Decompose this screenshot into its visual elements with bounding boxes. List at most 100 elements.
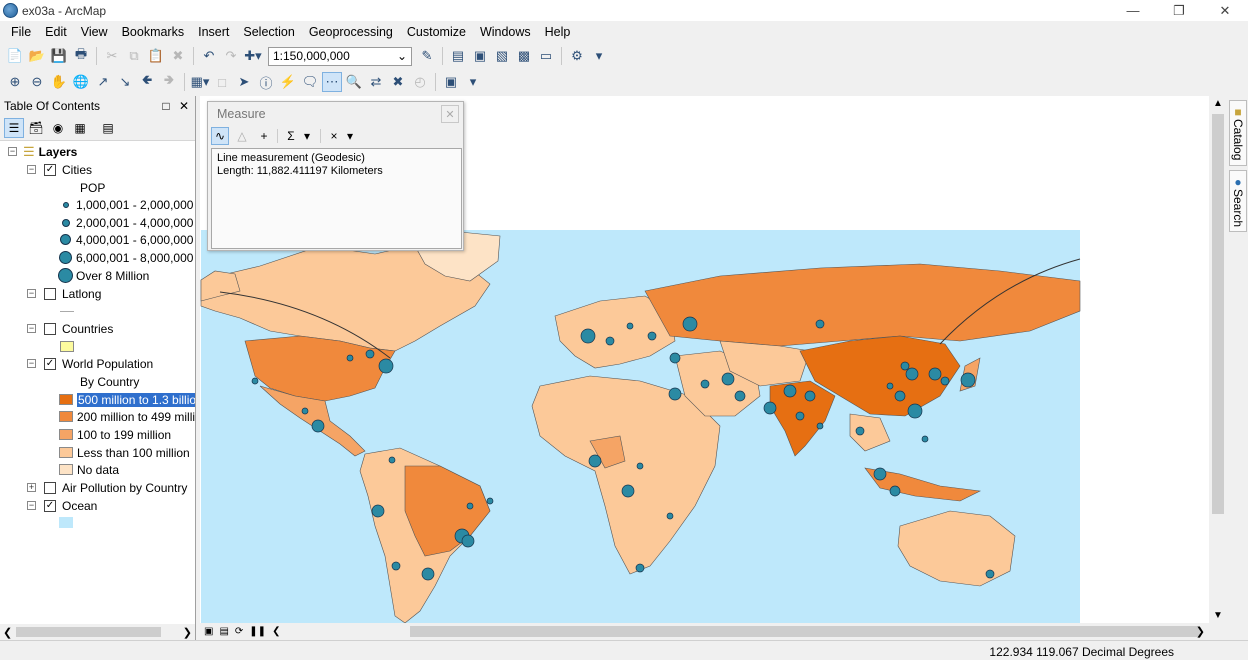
collapse-icon[interactable]: − (27, 165, 36, 174)
zoom-in-icon[interactable]: ⊕ (5, 72, 25, 92)
chevron-down-icon[interactable]: ▾ (347, 129, 353, 143)
print-icon[interactable]: 🖶 (71, 46, 91, 66)
measure-area-icon[interactable]: △ (233, 127, 251, 145)
hyperlink-icon[interactable]: ⚡ (278, 72, 298, 92)
collapse-icon[interactable]: − (27, 324, 36, 333)
legend-row-pop-cat-3[interactable]: 100 to 199 million (59, 426, 171, 443)
measure-line-icon[interactable]: ∿ (211, 127, 229, 145)
layer-row-cities[interactable]: − ✓ Cities (27, 161, 92, 178)
list-by-drawing-order-icon[interactable]: ☰ (4, 117, 24, 138)
close-button[interactable]: ✕ (441, 105, 459, 123)
undo-icon[interactable]: ↶ (199, 46, 219, 66)
catalog-tab[interactable]: ■ Catalog (1229, 100, 1247, 166)
latlong-visibility-checkbox[interactable] (44, 287, 56, 300)
open-folder-icon[interactable]: 📂 (27, 46, 47, 66)
layer-row-world-population[interactable]: − ✓ World Population (27, 355, 153, 372)
menu-help[interactable]: Help (538, 25, 578, 39)
collapse-icon[interactable]: − (8, 147, 17, 156)
menu-view[interactable]: View (74, 25, 115, 39)
model-builder-icon[interactable]: ⚙ (567, 46, 587, 66)
select-elements-icon[interactable]: ➤ (234, 72, 254, 92)
clear-selection-icon[interactable]: □ (212, 72, 232, 92)
menu-selection[interactable]: Selection (236, 25, 301, 39)
zoom-out-icon[interactable]: ⊖ (27, 72, 47, 92)
collapse-icon[interactable]: − (27, 501, 36, 510)
full-extent-icon[interactable]: 🌐 (71, 72, 91, 92)
paste-icon[interactable]: 📋 (146, 46, 166, 66)
fixed-zoom-in-icon[interactable]: ↗ (93, 72, 113, 92)
measure-feature-icon[interactable]: + (255, 127, 273, 145)
show-total-icon[interactable]: Σ (282, 127, 300, 145)
back-icon[interactable]: 🢀 (137, 72, 157, 92)
toolbar-options-icon[interactable]: ▾ (589, 46, 609, 66)
chevron-down-icon[interactable]: ▾ (304, 129, 310, 143)
menu-insert[interactable]: Insert (191, 25, 236, 39)
table-of-contents-icon[interactable]: ▤ (448, 46, 468, 66)
collapse-icon[interactable]: − (27, 359, 36, 368)
menu-windows[interactable]: Windows (473, 25, 538, 39)
data-view-icon[interactable]: ▣ (204, 626, 213, 637)
map-scale-dropdown[interactable]: 1:150,000,000 ⌄ (268, 46, 412, 66)
air-pollution-visibility-checkbox[interactable] (44, 481, 56, 494)
forward-icon[interactable]: 🢂 (159, 72, 179, 92)
measure-title-bar[interactable]: Measure ✕ (208, 102, 463, 126)
scroll-thumb[interactable] (410, 626, 1200, 637)
create-viewer-icon[interactable]: ▣ (441, 72, 461, 92)
cities-visibility-checkbox[interactable]: ✓ (44, 163, 56, 176)
legend-row-pop-cat-2[interactable]: 200 million to 499 milli (59, 408, 195, 425)
menu-geoprocessing[interactable]: Geoprocessing (302, 25, 400, 39)
new-document-icon[interactable]: 📄 (5, 46, 25, 66)
cut-icon[interactable]: ✂ (102, 46, 122, 66)
map-vertical-scrollbar[interactable]: ▲ ▼ (1209, 96, 1227, 623)
arctoolbox-icon[interactable]: ▩ (514, 46, 534, 66)
toolbar-options-icon[interactable]: ▾ (463, 72, 483, 92)
expand-icon[interactable]: + (27, 483, 36, 492)
options-icon[interactable]: ▤ (98, 118, 118, 138)
close-icon[interactable]: ✕ (179, 99, 189, 113)
countries-visibility-checkbox[interactable] (44, 322, 56, 335)
redo-icon[interactable]: ↷ (221, 46, 241, 66)
map-horizontal-scrollbar[interactable]: ▣ ▤ ⟳ ❚❚ ❮ ❯ (200, 623, 1227, 640)
measure-icon[interactable]: ⋯ (322, 72, 342, 92)
menu-file[interactable]: File (4, 25, 38, 39)
layer-row-ocean[interactable]: − ✓ Ocean (27, 497, 97, 514)
html-popup-icon[interactable]: 🗨 (300, 72, 320, 92)
search-window-icon[interactable]: ▧ (492, 46, 512, 66)
collapse-icon[interactable]: − (27, 289, 36, 298)
legend-row-pop-cat-1[interactable]: 500 million to 1.3 billio (59, 391, 195, 408)
editor-toolbar-icon[interactable]: ✎ (417, 46, 437, 66)
legend-row-pop-cat-5[interactable]: No data (59, 461, 119, 478)
close-button[interactable]: ✕ (1202, 0, 1248, 21)
time-slider-icon[interactable]: ◴ (410, 72, 430, 92)
pause-drawing-icon[interactable]: ❚❚ (249, 626, 266, 637)
scroll-right-icon[interactable]: ❯ (1196, 625, 1205, 638)
pin-icon[interactable]: □ (162, 99, 169, 113)
clear-results-icon[interactable]: × (325, 127, 343, 145)
layer-row-air-pollution[interactable]: + Air Pollution by Country (27, 479, 187, 496)
scroll-thumb[interactable] (16, 627, 161, 637)
search-tab[interactable]: ● Search (1229, 170, 1247, 232)
layout-view-icon[interactable]: ▤ (219, 626, 228, 637)
add-data-icon[interactable]: ✚▾ (243, 46, 263, 66)
scroll-left-icon[interactable]: ❮ (272, 626, 280, 637)
world-population-visibility-checkbox[interactable]: ✓ (44, 357, 56, 370)
scroll-down-icon[interactable]: ▼ (1213, 610, 1223, 621)
select-features-icon[interactable]: ▦▾ (190, 72, 210, 92)
list-by-selection-icon[interactable]: ▦ (70, 118, 90, 138)
layer-row-layers[interactable]: − ☰ Layers (8, 143, 77, 160)
save-icon[interactable]: 💾 (49, 46, 69, 66)
measure-dialog[interactable]: Measure ✕ ∿ △ + Σ ▾ × ▾ Line measurement… (207, 101, 464, 251)
restore-button[interactable]: ❐ (1156, 0, 1202, 21)
list-by-visibility-icon[interactable]: ◉ (48, 118, 68, 138)
menu-edit[interactable]: Edit (38, 25, 74, 39)
layer-row-countries[interactable]: − Countries (27, 320, 113, 337)
menu-bookmarks[interactable]: Bookmarks (115, 25, 192, 39)
list-by-source-icon[interactable]: 🗃 (26, 118, 46, 138)
legend-label-selected[interactable]: 500 million to 1.3 billio (77, 392, 195, 407)
catalog-window-icon[interactable]: ▣ (470, 46, 490, 66)
python-window-icon[interactable]: ▭ (536, 46, 556, 66)
find-icon[interactable]: 🔍 (344, 72, 364, 92)
refresh-icon[interactable]: ⟳ (235, 626, 243, 637)
pan-icon[interactable]: ✋ (49, 72, 69, 92)
scroll-up-icon[interactable]: ▲ (1213, 98, 1223, 109)
